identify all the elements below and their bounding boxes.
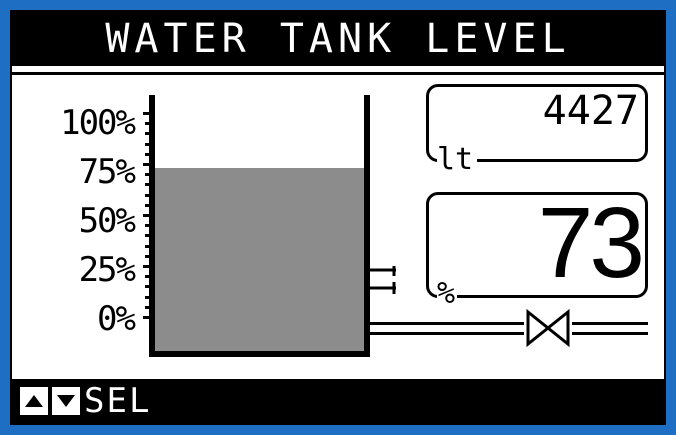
percent-readout: 73 % xyxy=(426,187,648,309)
scale-label-25: 25% xyxy=(78,250,136,290)
percent-unit: % xyxy=(437,276,458,311)
outlet-pipe-top xyxy=(370,322,648,325)
outlet-fitting-icon xyxy=(370,266,396,294)
volume-readout: 4427 lt xyxy=(426,84,648,175)
down-key-button[interactable] xyxy=(52,387,80,415)
volume-value: 4427 xyxy=(542,88,639,134)
triangle-up-icon xyxy=(25,395,43,407)
title-divider xyxy=(12,72,664,75)
scale-label-50: 50% xyxy=(78,201,136,241)
outlet-pipe-bottom xyxy=(370,332,648,335)
valve-icon xyxy=(524,308,572,348)
page-title: WATER TANK LEVEL xyxy=(105,16,571,62)
scale-label-100: 100% xyxy=(60,103,136,143)
scale-label-0: 0% xyxy=(97,299,136,339)
tank-left-wall xyxy=(149,95,155,357)
up-key-button[interactable] xyxy=(20,387,48,415)
volume-unit: lt xyxy=(437,145,478,175)
percent-value: 73 xyxy=(537,187,645,299)
tank-water-level xyxy=(155,168,364,351)
tank-bottom xyxy=(149,351,370,357)
tank-right-wall xyxy=(364,95,370,357)
softkey-bar: SEL xyxy=(12,379,664,423)
sel-label[interactable]: SEL xyxy=(84,381,151,421)
scale-label-75: 75% xyxy=(78,152,136,192)
title-bar: WATER TANK LEVEL xyxy=(12,12,664,66)
triangle-down-icon xyxy=(57,395,75,407)
lcd-screen: WATER TANK LEVEL 100% 75% 50% 25% 0% 442… xyxy=(10,10,666,425)
